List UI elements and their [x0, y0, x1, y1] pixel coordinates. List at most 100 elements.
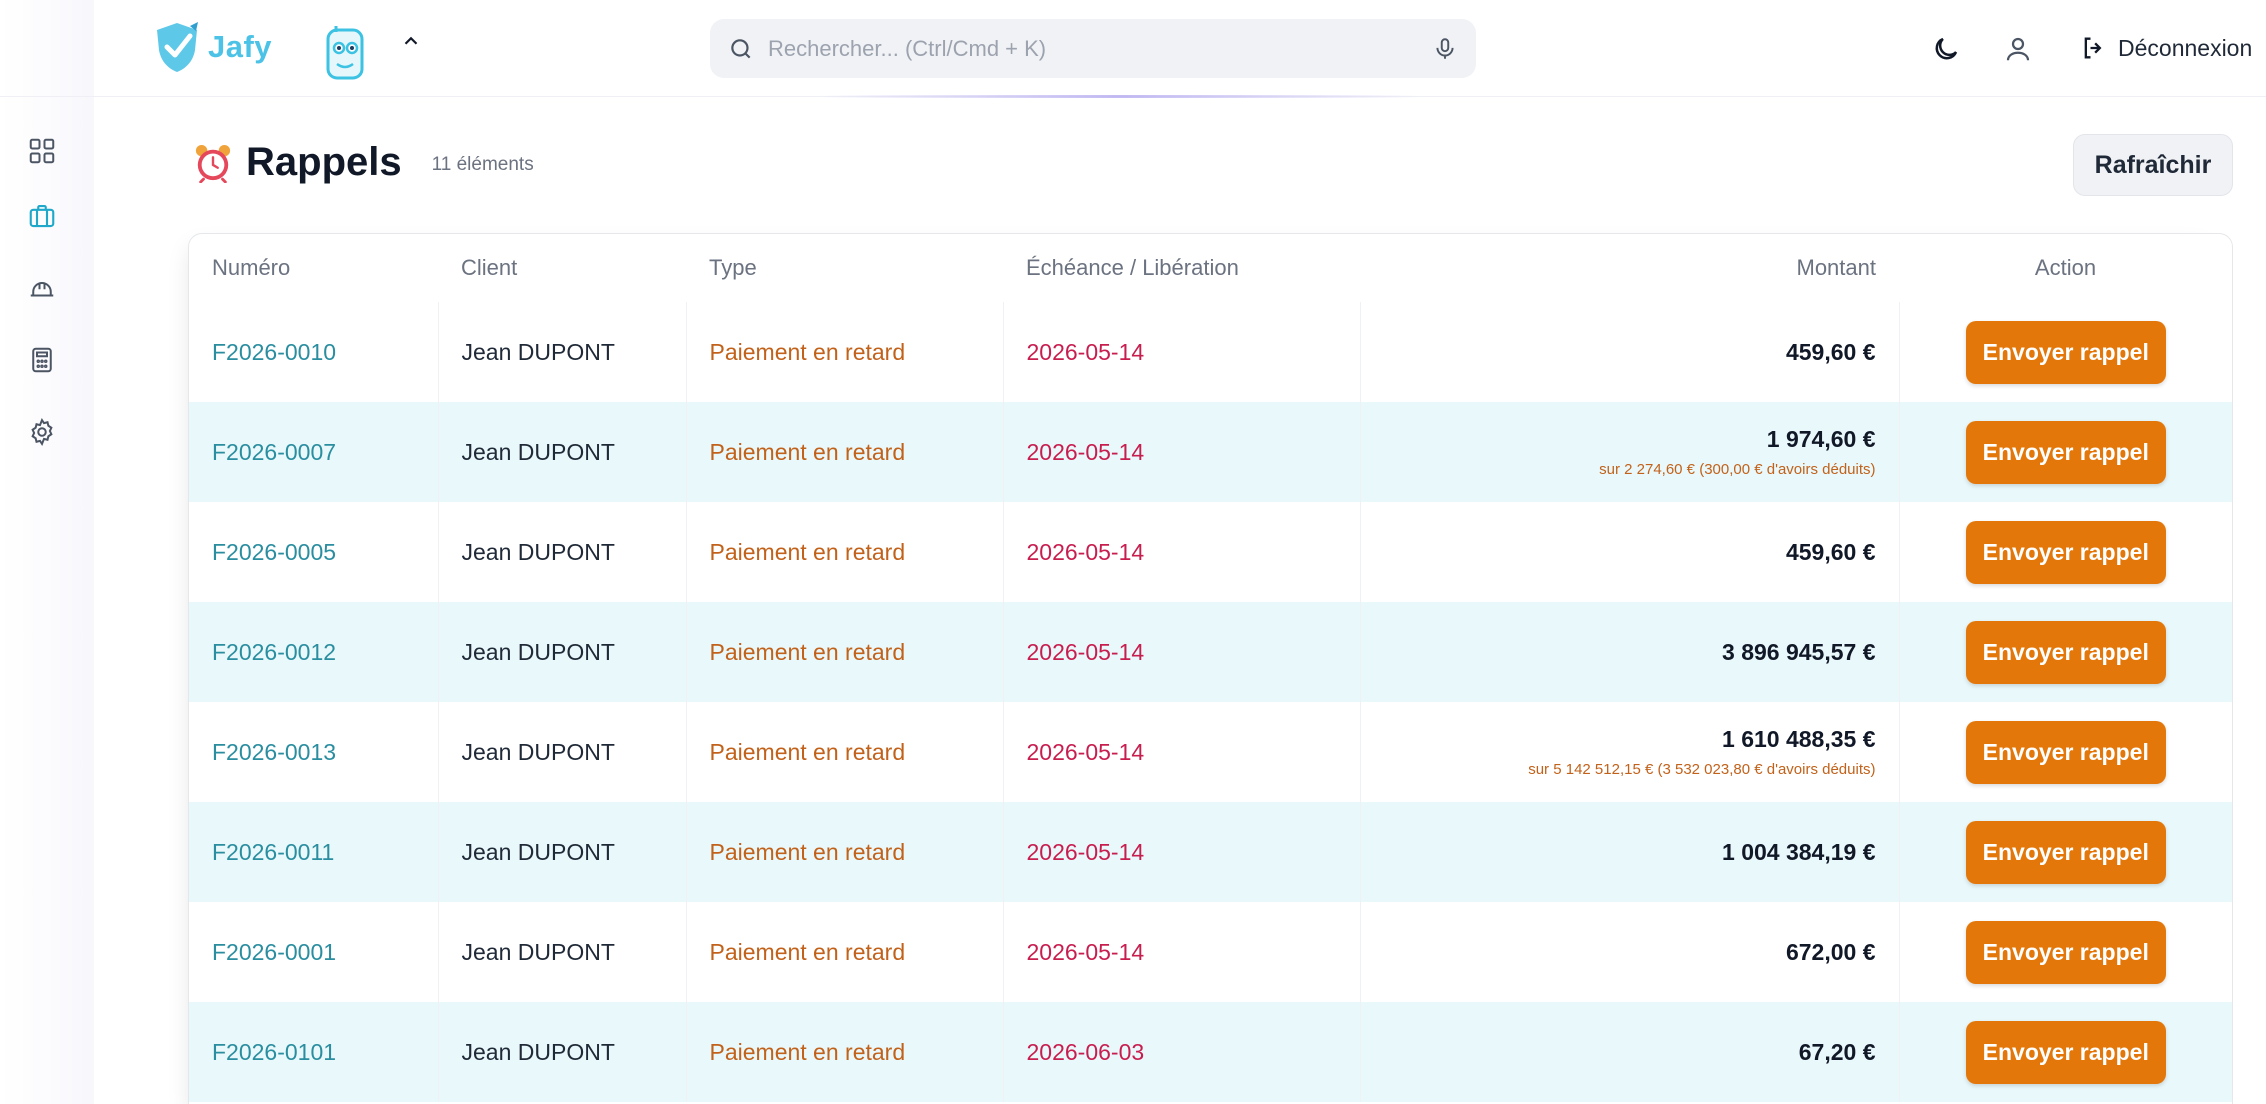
sidebar-item-briefcase[interactable] [24, 198, 60, 234]
sidebar [0, 0, 94, 1104]
table-row: F2026-0011 Jean DUPONT Paiement en retar… [189, 802, 2232, 902]
amount-value: 1 974,60 € [1766, 426, 1876, 452]
invoice-number-link[interactable]: F2026-0012 [189, 602, 438, 702]
due-date: 2026-05-14 [1002, 402, 1360, 502]
table-row: F2026-0007 Jean DUPONT Paiement en retar… [189, 402, 2232, 502]
reminders-table: Numéro Client Type Échéance / Libération… [188, 233, 2233, 1104]
top-header: Jafy Déconnexion [0, 0, 2266, 98]
send-reminder-button[interactable]: Envoyer rappel [1965, 520, 2166, 584]
logout-label: Déconnexion [2118, 34, 2253, 61]
action-cell: Envoyer rappel [1898, 802, 2232, 902]
sidebar-item-calculator[interactable] [24, 342, 60, 378]
column-header-action: Action [2034, 255, 2097, 280]
invoice-number-link[interactable]: F2026-0005 [189, 502, 438, 602]
invoice-number-link[interactable]: F2026-0010 [189, 302, 438, 402]
invoice-number-link[interactable]: F2026-0101 [189, 1002, 438, 1102]
alarm-clock-icon [195, 144, 231, 183]
send-reminder-button[interactable]: Envoyer rappel [1965, 420, 2166, 484]
theme-toggle[interactable] [1928, 31, 1964, 67]
action-cell: Envoyer rappel [1898, 702, 2232, 802]
sidebar-item-settings[interactable] [24, 414, 60, 450]
assistant-avatar[interactable] [322, 24, 368, 84]
item-count: 11 éléments [431, 153, 534, 175]
reminder-type: Paiement en retard [685, 502, 1003, 602]
amount-cell: 1 610 488,35 € sur 5 142 512,15 € (3 532 … [1359, 702, 1899, 802]
send-reminder-button[interactable]: Envoyer rappel [1965, 720, 2166, 784]
reminder-type: Paiement en retard [685, 1002, 1003, 1102]
amount-cell: 1 974,60 € sur 2 274,60 € (300,00 € d'avo… [1359, 402, 1899, 502]
column-header-montant[interactable]: Montant [1360, 234, 1899, 302]
amount-note: sur 5 142 512,15 € (3 532 023,80 € d'avo… [1528, 761, 1876, 778]
send-reminder-button[interactable]: Envoyer rappel [1965, 920, 2166, 984]
column-header-echeance[interactable]: Échéance / Libération [1003, 234, 1360, 302]
reminder-type: Paiement en retard [685, 802, 1003, 902]
table-row: F2026-0013 Jean DUPONT Paiement en retar… [189, 702, 2232, 802]
helmet-icon [30, 282, 54, 297]
table-row: F2026-0012 Jean DUPONT Paiement en retar… [189, 602, 2232, 702]
app-name: Jafy [208, 29, 273, 64]
action-cell: Envoyer rappel [1898, 402, 2232, 502]
amount-cell: 1 004 384,19 € [1359, 802, 1899, 902]
amount-value: 459,60 € [1785, 538, 1876, 565]
search-bar[interactable] [710, 19, 1476, 78]
search-icon [731, 38, 751, 58]
client-name: Jean DUPONT [437, 402, 686, 502]
due-date: 2026-05-14 [1002, 902, 1360, 1002]
action-cell: Envoyer rappel [1898, 1002, 2232, 1102]
send-reminder-button[interactable]: Envoyer rappel [1965, 1020, 2166, 1084]
reminder-type: Paiement en retard [685, 602, 1003, 702]
reminder-type: Paiement en retard [685, 902, 1003, 1002]
logout-button[interactable]: Déconnexion [2080, 28, 2252, 68]
invoice-number-link[interactable]: F2026-0001 [189, 902, 438, 1002]
amount-cell: 672,00 € [1359, 902, 1899, 1002]
reminder-type: Paiement en retard [685, 302, 1003, 402]
sidebar-item-dashboard[interactable] [24, 133, 60, 169]
briefcase-icon [29, 204, 55, 228]
amount-cell: 67,20 € [1359, 1002, 1899, 1102]
invoice-number-link[interactable]: F2026-0013 [189, 702, 438, 802]
amount-value: 3 896 945,57 € [1722, 638, 1876, 665]
amount-value: 1 004 384,19 € [1722, 838, 1876, 865]
send-reminder-button[interactable]: Envoyer rappel [1965, 620, 2166, 684]
due-date: 2026-05-14 [1002, 502, 1360, 602]
action-cell: Envoyer rappel [1898, 302, 2232, 402]
settings-icon [31, 417, 53, 447]
invoice-number-link[interactable]: F2026-0011 [189, 802, 438, 902]
page-title: Rappels [246, 140, 402, 184]
action-cell: Envoyer rappel [1898, 902, 2232, 1002]
moon-icon [1935, 37, 1958, 60]
column-header-numero[interactable]: Numéro [189, 234, 438, 302]
assistant-menu-toggle[interactable] [400, 30, 422, 52]
due-date: 2026-05-14 [1002, 702, 1360, 802]
column-header-client[interactable]: Client [438, 234, 686, 302]
table-row: F2026-0005 Jean DUPONT Paiement en retar… [189, 502, 2232, 602]
dashboard-icon [29, 138, 55, 164]
amount-note: sur 2 274,60 € (300,00 € d'avoirs déduit… [1599, 461, 1876, 478]
client-name: Jean DUPONT [437, 702, 686, 802]
amount-cell: 3 896 945,57 € [1359, 602, 1899, 702]
table-row: F2026-0010 Jean DUPONT Paiement en retar… [189, 302, 2232, 402]
app-logo[interactable]: Jafy [152, 20, 272, 74]
due-date: 2026-05-14 [1002, 802, 1360, 902]
table-row: F2026-0101 Jean DUPONT Paiement en retar… [189, 1002, 2232, 1102]
action-cell: Envoyer rappel [1898, 602, 2232, 702]
client-name: Jean DUPONT [437, 602, 686, 702]
send-reminder-button[interactable]: Envoyer rappel [1965, 320, 2166, 384]
refresh-button[interactable]: Rafraîchir [2073, 134, 2233, 196]
due-date: 2026-05-14 [1002, 302, 1360, 402]
microphone-icon[interactable] [1432, 36, 1458, 62]
client-name: Jean DUPONT [437, 802, 686, 902]
user-profile-button[interactable] [2000, 31, 2036, 67]
amount-value: 672,00 € [1785, 938, 1876, 965]
search-input[interactable] [768, 35, 1432, 62]
client-name: Jean DUPONT [437, 502, 686, 602]
invoice-number-link[interactable]: F2026-0007 [189, 402, 438, 502]
send-reminder-button[interactable]: Envoyer rappel [1965, 820, 2166, 884]
page-header: Rappels 11 éléments [194, 140, 534, 185]
sidebar-item-worksite[interactable] [24, 270, 60, 306]
shield-logo-icon [157, 22, 198, 72]
client-name: Jean DUPONT [437, 902, 686, 1002]
amount-value: 459,60 € [1785, 338, 1876, 365]
amount-value: 67,20 € [1798, 1038, 1876, 1065]
column-header-type[interactable]: Type [686, 234, 1003, 302]
